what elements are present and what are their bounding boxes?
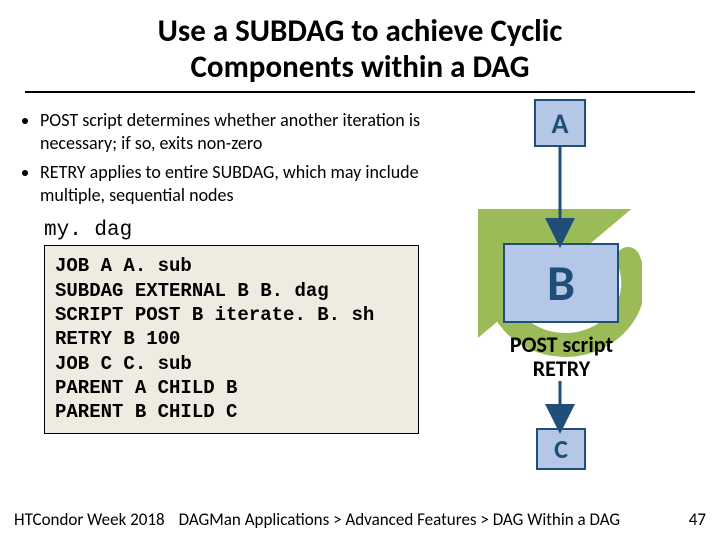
dag-node-label: A — [552, 106, 569, 141]
dag-node-b: B — [503, 243, 619, 323]
slide-footer: HTCondor Week 2018 DAGMan Applications >… — [0, 509, 720, 530]
title-line-1: Use a SUBDAG to achieve Cyclic — [158, 12, 563, 50]
footer-event: HTCondor Week 2018 — [14, 509, 165, 530]
dag-diagram: A B C POST script RETRY — [470, 103, 700, 463]
code-line: SCRIPT POST B iterate. B. sh — [55, 303, 408, 327]
bullet-list: POST script determines whether another i… — [22, 109, 452, 207]
code-line: JOB A A. sub — [55, 254, 408, 278]
arrow-b-to-c — [552, 381, 568, 429]
code-line: PARENT B CHILD C — [55, 400, 408, 424]
arrow-a-to-b — [552, 147, 568, 243]
dag-filename: my. dag — [44, 219, 452, 242]
dag-node-a: A — [534, 99, 586, 147]
dag-node-label: B — [547, 253, 575, 314]
post-retry-label: POST script RETRY — [484, 333, 639, 381]
code-line: JOB C C. sub — [55, 352, 408, 376]
breadcrumb: DAGMan Applications > Advanced Features … — [179, 509, 675, 530]
title-underline — [25, 91, 695, 93]
dag-node-c: C — [536, 428, 586, 470]
title-line-2: Components within a DAG — [191, 48, 530, 86]
dag-code-block: JOB A A. sub SUBDAG EXTERNAL B B. dag SC… — [44, 245, 419, 433]
code-line: PARENT A CHILD B — [55, 376, 408, 400]
code-line: RETRY B 100 — [55, 327, 408, 351]
bullet-item: RETRY applies to entire SUBDAG, which ma… — [40, 161, 452, 207]
page-number: 47 — [689, 509, 706, 530]
code-line: SUBDAG EXTERNAL B B. dag — [55, 279, 408, 303]
post-label-line1: POST script — [510, 331, 613, 358]
slide-title: Use a SUBDAG to achieve Cyclic Component… — [0, 0, 720, 91]
post-label-line2: RETRY — [533, 355, 590, 382]
bullet-item: POST script determines whether another i… — [40, 109, 452, 155]
dag-node-label: C — [554, 433, 568, 465]
